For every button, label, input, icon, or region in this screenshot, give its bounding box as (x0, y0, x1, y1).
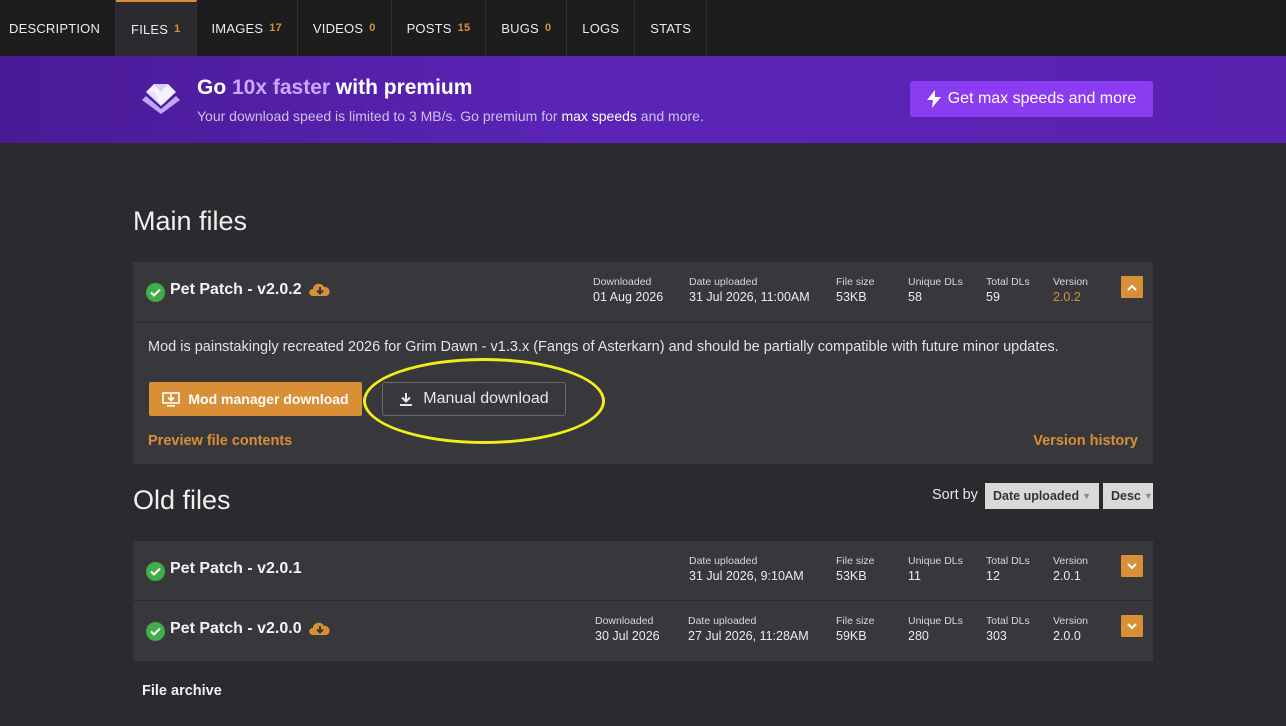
premium-banner: Go 10x faster with premium Your download… (0, 56, 1286, 143)
file-name: Pet Patch - v2.0.2 (170, 281, 302, 298)
banner-sub-bold: max speeds (561, 108, 637, 124)
tab-logs[interactable]: LOGS (567, 0, 636, 56)
tab-bar: DESCRIPTION FILES 1 IMAGES 17 VIDEOS 0 POST… (0, 0, 1286, 56)
tab-label: BUGS (501, 20, 539, 36)
manual-download-label: Manual download (423, 390, 549, 407)
sort-label: Sort by (932, 487, 978, 503)
file-version: Version 2.0.1 (1053, 555, 1089, 583)
old-file-row[interactable]: Pet Patch - v2.0.0 Downloaded 30 Jul 2026… (133, 601, 1153, 661)
chevron-down-icon: ▼ (1143, 491, 1153, 501)
divider (133, 322, 1153, 323)
chevron-down-icon (1127, 562, 1137, 569)
banner-subtitle: Your download speed is limited to 3 MB/s… (197, 108, 704, 124)
main-file-card: Pet Patch - v2.0.2 Downloaded 01 Aug 2026… (133, 262, 1153, 464)
get-premium-label: Get max speeds and more (947, 90, 1137, 107)
downloaded-date: Downloaded 30 Jul 2026 (595, 615, 660, 643)
tab-stats[interactable]: STATS (635, 0, 708, 56)
banner-sub-text: Your download speed is limited to 3 MB/s… (197, 108, 562, 124)
tab-count: 17 (269, 22, 282, 34)
check-circle-icon (146, 562, 165, 581)
main-file-header[interactable]: Pet Patch - v2.0.2 Downloaded 01 Aug 2026… (133, 262, 1153, 322)
unique-downloads: Unique DLs 11 (908, 555, 963, 583)
tab-label: DESCRIPTION (9, 20, 101, 36)
main-files-heading: Main files (133, 206, 248, 236)
old-files-heading: Old files (133, 485, 231, 515)
file-version: Version 2.0.0 (1053, 615, 1089, 643)
banner-title: Go 10x faster with premium (197, 76, 472, 100)
tab-label: FILES (131, 21, 169, 37)
tab-posts[interactable]: POSTS 15 (392, 0, 487, 56)
upload-date: Date uploaded 27 Jul 2026, 11:28AM (688, 615, 809, 643)
file-size: File size 53KB (836, 276, 875, 304)
tab-label: VIDEOS (312, 20, 364, 36)
check-circle-icon (146, 622, 165, 641)
sort-order-value: Desc (1111, 489, 1141, 503)
expand-toggle[interactable] (1121, 555, 1143, 577)
cloud-download-icon (309, 622, 330, 635)
get-premium-button[interactable]: Get max speeds and more (910, 81, 1153, 117)
mod-manager-download-button[interactable]: Mod manager download (149, 382, 362, 416)
preview-file-contents-link[interactable]: Preview file contents (148, 433, 292, 449)
sort-field-select[interactable]: Date uploaded ▼ (985, 483, 1099, 509)
tab-label: LOGS (582, 20, 620, 36)
upload-date: Date uploaded 31 Jul 2026, 9:10AM (689, 555, 804, 583)
tab-count: 0 (369, 22, 376, 34)
banner-title-text: Go (197, 76, 232, 99)
tab-files[interactable]: FILES 1 (116, 0, 197, 56)
total-downloads: Total DLs 12 (986, 555, 1030, 583)
tab-count: 0 (544, 22, 552, 34)
chevron-up-icon (1127, 284, 1137, 291)
download-arrow-icon (400, 392, 413, 406)
file-version: Version 2.0.2 (1053, 276, 1089, 304)
total-downloads: Total DLs 303 (986, 615, 1030, 643)
diamond-icon (142, 84, 180, 114)
mod-manager-label: Mod manager download (188, 391, 349, 407)
tab-label: POSTS (406, 20, 452, 36)
version-history-link[interactable]: Version history (1033, 433, 1138, 449)
chevron-down-icon (1127, 622, 1137, 629)
tab-description[interactable]: DESCRIPTION (0, 0, 117, 56)
tab-count: 1 (174, 23, 181, 35)
monitor-download-icon (162, 391, 181, 407)
banner-sub-text: and more. (636, 108, 704, 124)
file-description: Mod is painstakingly recreated 2026 for … (148, 339, 1059, 355)
sort-order-select[interactable]: Desc ▼ (1103, 483, 1153, 509)
tab-count: 15 (457, 22, 471, 34)
expand-toggle[interactable] (1121, 615, 1143, 637)
check-circle-icon (146, 283, 165, 302)
manual-download-button[interactable]: Manual download (382, 382, 566, 416)
tab-videos[interactable]: VIDEOS 0 (298, 0, 392, 56)
file-archive-heading: File archive (142, 683, 222, 699)
unique-downloads: Unique DLs 280 (908, 615, 963, 643)
tab-label: IMAGES (211, 20, 264, 36)
file-name: Pet Patch - v2.0.0 (170, 620, 302, 637)
file-size: File size 53KB (836, 555, 875, 583)
unique-downloads: Unique DLs 58 (908, 276, 963, 304)
file-name: Pet Patch - v2.0.1 (170, 560, 302, 577)
tab-images[interactable]: IMAGES 17 (197, 0, 298, 56)
lightning-icon (926, 90, 941, 108)
old-file-row[interactable]: Pet Patch - v2.0.1 Date uploaded 31 Jul 2… (133, 541, 1153, 601)
tab-label: STATS (650, 20, 692, 36)
banner-title-text: with premium (330, 76, 473, 99)
cloud-download-icon (309, 283, 330, 296)
upload-date: Date uploaded 31 Jul 2026, 11:00AM (689, 276, 810, 304)
total-downloads: Total DLs 59 (986, 276, 1030, 304)
downloaded-date: Downloaded 01 Aug 2026 (593, 276, 664, 304)
banner-title-highlight: 10x faster (232, 76, 331, 99)
old-files-list: Pet Patch - v2.0.1 Date uploaded 31 Jul 2… (133, 541, 1153, 661)
chevron-down-icon: ▼ (1082, 491, 1092, 501)
sort-field-value: Date uploaded (993, 489, 1080, 503)
tab-bugs[interactable]: BUGS 0 (486, 0, 568, 56)
file-size: File size 59KB (836, 615, 875, 643)
collapse-toggle[interactable] (1121, 276, 1143, 298)
